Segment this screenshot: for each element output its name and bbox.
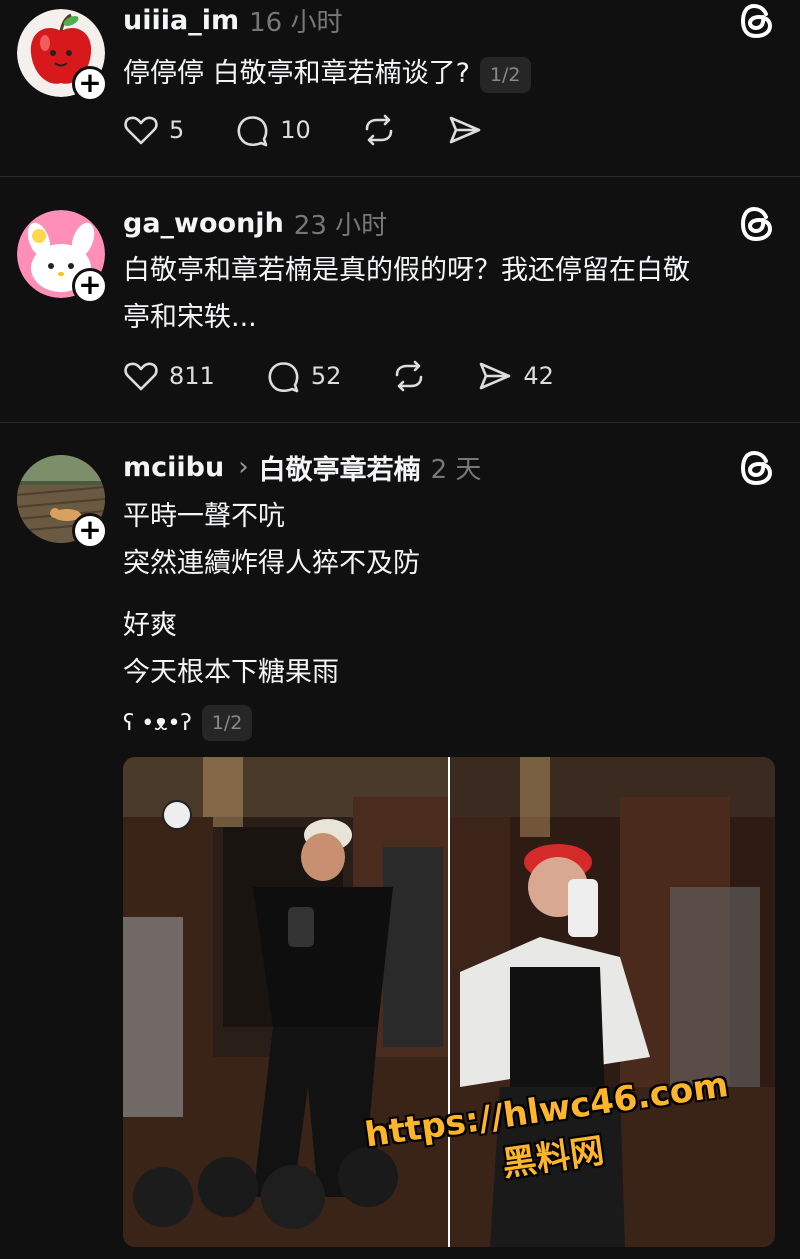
follow-plus-icon[interactable]: +: [72, 66, 108, 102]
send-icon: [480, 362, 511, 390]
page-indicator: 1/2: [201, 704, 253, 741]
reply-count: 52: [310, 362, 342, 390]
topic-tag[interactable]: 白敬亭章若楠: [259, 448, 421, 487]
post-text-line: 好爽: [123, 610, 177, 641]
post-text: 白敬亭和章若楠是真的假的呀？我还停留在白敬 亭和宋轶...: [123, 247, 690, 341]
repost-button[interactable]: [361, 112, 397, 148]
post-header: mciibu › 白敬亭章若楠 2 天: [123, 447, 481, 487]
emoticon: ʕ •ᴥ•ʔ: [123, 711, 192, 736]
chevron-right-icon: ›: [238, 452, 249, 482]
share-button[interactable]: 42: [477, 358, 554, 394]
share-count: 42: [523, 362, 554, 390]
threads-logo-icon[interactable]: [739, 205, 775, 243]
username[interactable]: ga_woonjh: [123, 208, 284, 239]
divider: [0, 422, 800, 423]
post-text-line: 今天根本下糖果雨: [123, 657, 339, 688]
like-button[interactable]: 5: [123, 112, 184, 148]
post-time: 23 小时: [293, 210, 388, 241]
reply-count: 10: [280, 116, 311, 144]
repost-icon: [396, 360, 423, 392]
post-text: 平時一聲不吭 突然連續炸得人猝不及防 好爽 今天根本下糖果雨 ʕ •ᴥ•ʔ 1/2: [123, 493, 420, 742]
action-bar: 5 10: [123, 110, 533, 150]
send-icon: [449, 116, 481, 144]
post-text-line: 白敬亭和章若楠是真的假的呀？我还停留在白敬: [123, 255, 690, 286]
follow-plus-icon[interactable]: +: [72, 268, 108, 304]
threads-logo-icon[interactable]: [739, 449, 775, 487]
reply-button[interactable]: 10: [234, 112, 311, 148]
username[interactable]: mciibu: [123, 452, 224, 483]
like-button[interactable]: 811: [123, 358, 215, 394]
like-count: 5: [169, 116, 185, 144]
share-button[interactable]: [447, 112, 483, 148]
post-header: ga_woonjh 23 小时: [123, 203, 387, 243]
comment-icon: [237, 116, 268, 147]
heart-icon: [124, 116, 158, 145]
post-text-line: 平時一聲不吭: [123, 501, 285, 532]
comment-icon: [268, 362, 299, 393]
threads-logo-icon[interactable]: [739, 2, 775, 40]
post-time: 2 天: [430, 454, 482, 485]
action-bar: 811 52 42: [123, 356, 604, 396]
post-text: 停停停 白敬亭和章若楠谈了? 1/2: [123, 50, 531, 97]
post-text-line: 停停停 白敬亭和章若楠谈了?: [123, 58, 470, 89]
reply-button[interactable]: 52: [265, 358, 342, 394]
like-count: 811: [169, 362, 215, 390]
post-text-line: 亭和宋轶...: [123, 302, 257, 333]
follow-plus-icon[interactable]: +: [72, 513, 108, 549]
repost-icon: [365, 114, 393, 146]
page-indicator: 1/2: [479, 56, 531, 93]
post-time: 16 小时: [249, 7, 343, 38]
heart-icon: [124, 362, 158, 391]
divider: [0, 176, 800, 177]
repost-button[interactable]: [391, 358, 427, 394]
username[interactable]: uiiia_im: [123, 5, 239, 36]
post-header: uiiia_im 16 小时: [123, 0, 342, 40]
post-text-line: 突然連續炸得人猝不及防: [123, 548, 420, 579]
